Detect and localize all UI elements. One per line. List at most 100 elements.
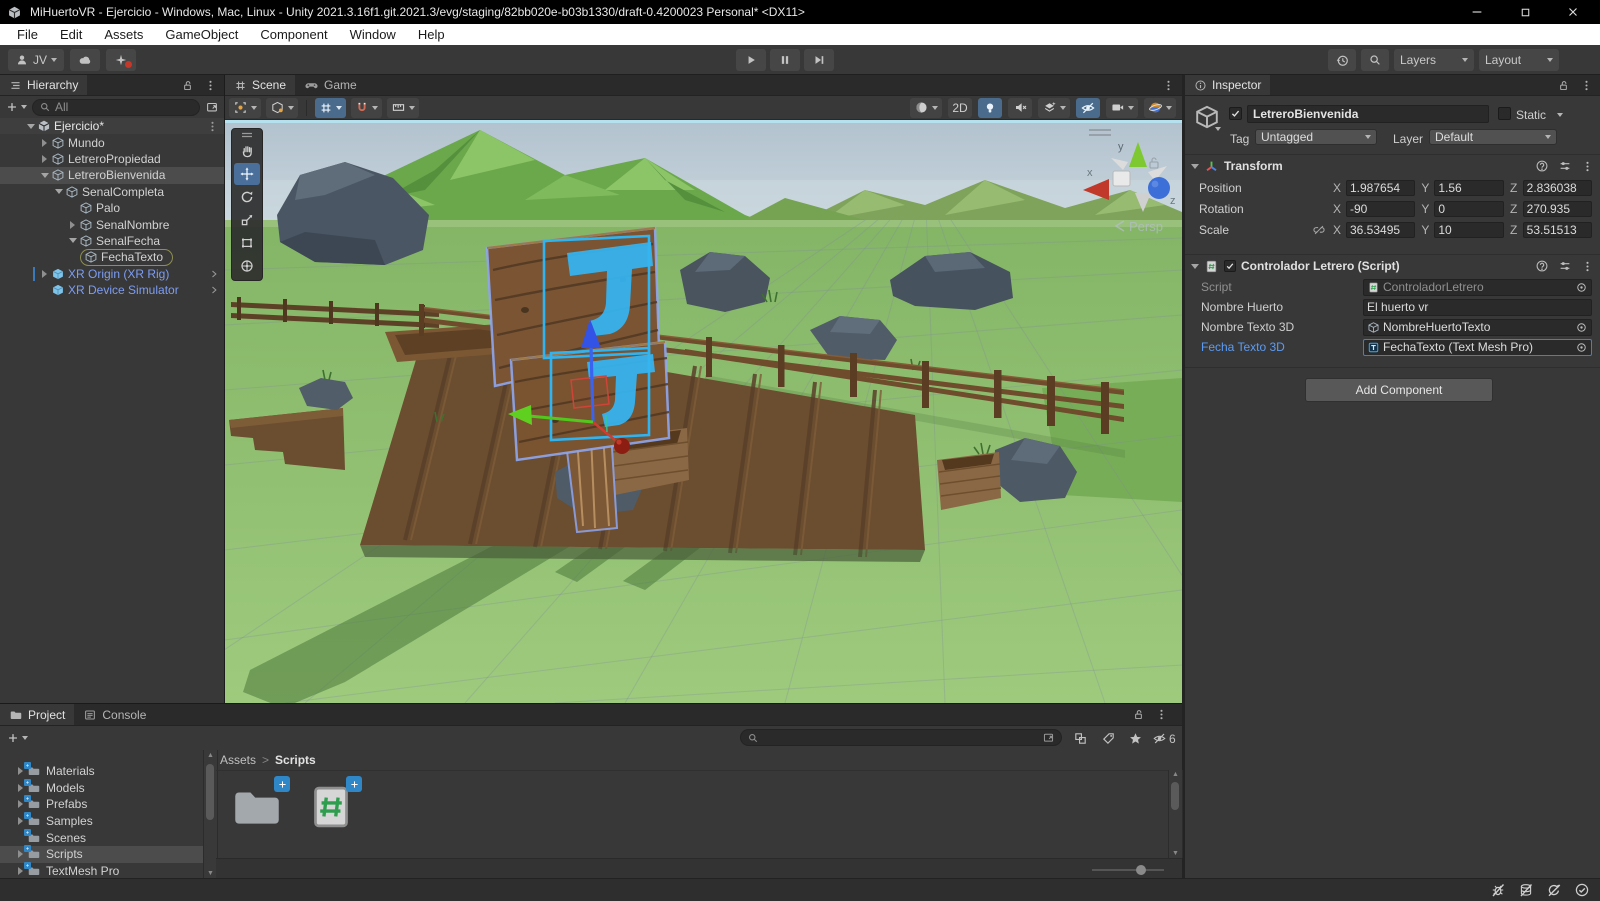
lock-icon[interactable] [1132, 708, 1145, 721]
hierarchy-item-highlighted[interactable]: FechaTexto [0, 249, 224, 265]
menu-item-assets[interactable]: Assets [93, 24, 154, 45]
rotation-y-field[interactable]: 0 [1434, 201, 1503, 217]
presets-icon[interactable] [1558, 259, 1572, 273]
folder-row[interactable]: TextMesh Pro [0, 863, 203, 879]
search-by-label-icon[interactable] [1101, 731, 1116, 746]
zoom-slider-knob[interactable] [1136, 865, 1146, 875]
debugger-detached-icon[interactable] [1490, 882, 1506, 898]
object-picker-icon[interactable] [1575, 281, 1588, 294]
hierarchy-item[interactable]: SenalFecha [0, 233, 224, 249]
hierarchy-item-prefab[interactable]: XR Origin (XR Rig) [0, 266, 224, 282]
pause-button[interactable] [770, 49, 800, 71]
kebab-menu-icon[interactable] [1580, 79, 1593, 92]
object-picker-icon[interactable] [1575, 341, 1588, 354]
folder-row-selected[interactable]: Scripts [0, 846, 203, 863]
help-icon[interactable] [1535, 259, 1549, 273]
foldout-collapsed-icon[interactable] [70, 221, 75, 229]
kebab-menu-icon[interactable] [206, 120, 219, 133]
nombre-texto-object-field[interactable]: NombreHuertoTexto [1363, 319, 1592, 336]
scene-tab[interactable]: Scene [225, 75, 295, 95]
layers-dropdown[interactable]: Layers [1394, 49, 1474, 71]
add-component-button[interactable]: Add Component [1305, 378, 1493, 402]
rect-tool-button[interactable] [234, 232, 260, 254]
tag-dropdown[interactable]: Untagged [1255, 129, 1377, 145]
snap-increment-button[interactable] [351, 98, 382, 118]
strip-drag-handle[interactable] [234, 131, 260, 139]
script-object-field[interactable]: ControladorLetrero [1363, 279, 1592, 296]
kebab-menu-icon[interactable] [1581, 160, 1594, 173]
hierarchy-search-input[interactable] [55, 100, 193, 114]
hierarchy-item[interactable]: SenalNombre [0, 216, 224, 232]
foldout-collapsed-icon[interactable] [42, 155, 47, 163]
broken-link-icon[interactable] [1312, 223, 1326, 237]
kebab-menu-icon[interactable] [1581, 260, 1594, 273]
hierarchy-item[interactable]: LetreroPropiedad [0, 151, 224, 167]
gizmos-dropdown-button[interactable] [1144, 98, 1176, 118]
transform-tool-button[interactable] [234, 255, 260, 277]
prefab-open-chevron-icon[interactable] [208, 284, 220, 296]
scale-y-field[interactable]: 10 [1434, 222, 1503, 238]
mode-2d-button[interactable]: 2D [948, 98, 972, 118]
effects-dropdown-button[interactable] [1038, 98, 1070, 118]
open-window-icon[interactable] [1042, 731, 1055, 744]
hierarchy-item[interactable]: Mundo [0, 134, 224, 150]
console-tab[interactable]: Console [74, 704, 155, 725]
static-dropdown-caret[interactable] [1557, 113, 1563, 117]
rotation-x-field[interactable]: -90 [1346, 201, 1415, 217]
object-picker-icon[interactable] [1575, 321, 1588, 334]
kebab-menu-icon[interactable] [1162, 79, 1175, 92]
undo-history-button[interactable] [1328, 49, 1356, 71]
name-field[interactable] [1247, 105, 1489, 123]
visibility-toggle-button[interactable] [1076, 98, 1100, 118]
foldout-expanded-icon[interactable] [1191, 264, 1199, 269]
folder-row[interactable]: Materials [0, 763, 203, 780]
transform-header[interactable]: Transform [1185, 154, 1600, 177]
lighting-toggle-button[interactable] [978, 98, 1002, 118]
shading-mode-button[interactable] [910, 98, 942, 118]
scale-z-field[interactable]: 53.51513 [1523, 222, 1592, 238]
help-icon[interactable] [1535, 159, 1549, 173]
account-button[interactable]: JV [8, 49, 64, 71]
foldout-expanded-icon[interactable] [41, 173, 49, 178]
rotate-tool-button[interactable] [234, 186, 260, 208]
snap-settings-button[interactable] [387, 98, 419, 118]
scene-viewport[interactable]: y x z Persp [225, 120, 1182, 703]
hierarchy-tab[interactable]: Hierarchy [0, 75, 87, 95]
search-by-type-icon[interactable] [1073, 731, 1088, 746]
folder-row[interactable]: Samples [0, 813, 203, 830]
folder-row[interactable]: Models [0, 780, 203, 797]
foldout-collapsed-icon[interactable] [42, 270, 47, 278]
create-button[interactable] [5, 100, 27, 114]
hierarchy-search[interactable] [32, 99, 200, 116]
scale-x-field[interactable]: 36.53495 [1346, 222, 1415, 238]
folder-row[interactable]: Scenes [0, 829, 203, 846]
hierarchy-item-selected[interactable]: LetreroBienvenida [0, 167, 224, 183]
foldout-expanded-icon[interactable] [27, 124, 35, 129]
minimize-button[interactable] [1464, 3, 1490, 21]
hierarchy-item-prefab[interactable]: XR Device Simulator [0, 282, 224, 298]
breadcrumb-root[interactable]: Assets [220, 753, 256, 767]
project-search-input[interactable] [763, 731, 1038, 745]
favorites-star-icon[interactable] [1128, 731, 1143, 746]
kebab-menu-icon[interactable] [1155, 708, 1168, 721]
inspector-tab[interactable]: Inspector [1185, 75, 1270, 95]
cache-server-disconnected-icon[interactable] [1518, 882, 1534, 898]
game-tab[interactable]: Game [295, 75, 366, 95]
hidden-packages-toggle[interactable]: 6 [1152, 731, 1176, 746]
menu-item-edit[interactable]: Edit [49, 24, 93, 45]
project-search[interactable] [740, 729, 1062, 746]
foldout-expanded-icon[interactable] [1191, 164, 1199, 169]
global-search-button[interactable] [1361, 49, 1389, 71]
progress-ok-icon[interactable] [1574, 882, 1590, 898]
hierarchy-item[interactable]: SenalCompleta [0, 184, 224, 200]
cloud-button[interactable] [70, 49, 100, 71]
foldout-collapsed-icon[interactable] [42, 139, 47, 147]
rotation-z-field[interactable]: 270.935 [1523, 201, 1592, 217]
hierarchy-item[interactable]: Palo [0, 200, 224, 216]
breadcrumb-current[interactable]: Scripts [275, 753, 316, 767]
lock-icon[interactable] [1557, 79, 1570, 92]
project-tab[interactable]: Project [0, 704, 74, 725]
close-button[interactable] [1560, 3, 1586, 21]
hierarchy-item-scene[interactable]: Ejercicio* [0, 118, 224, 134]
folder-asset-tile[interactable] [226, 778, 288, 839]
